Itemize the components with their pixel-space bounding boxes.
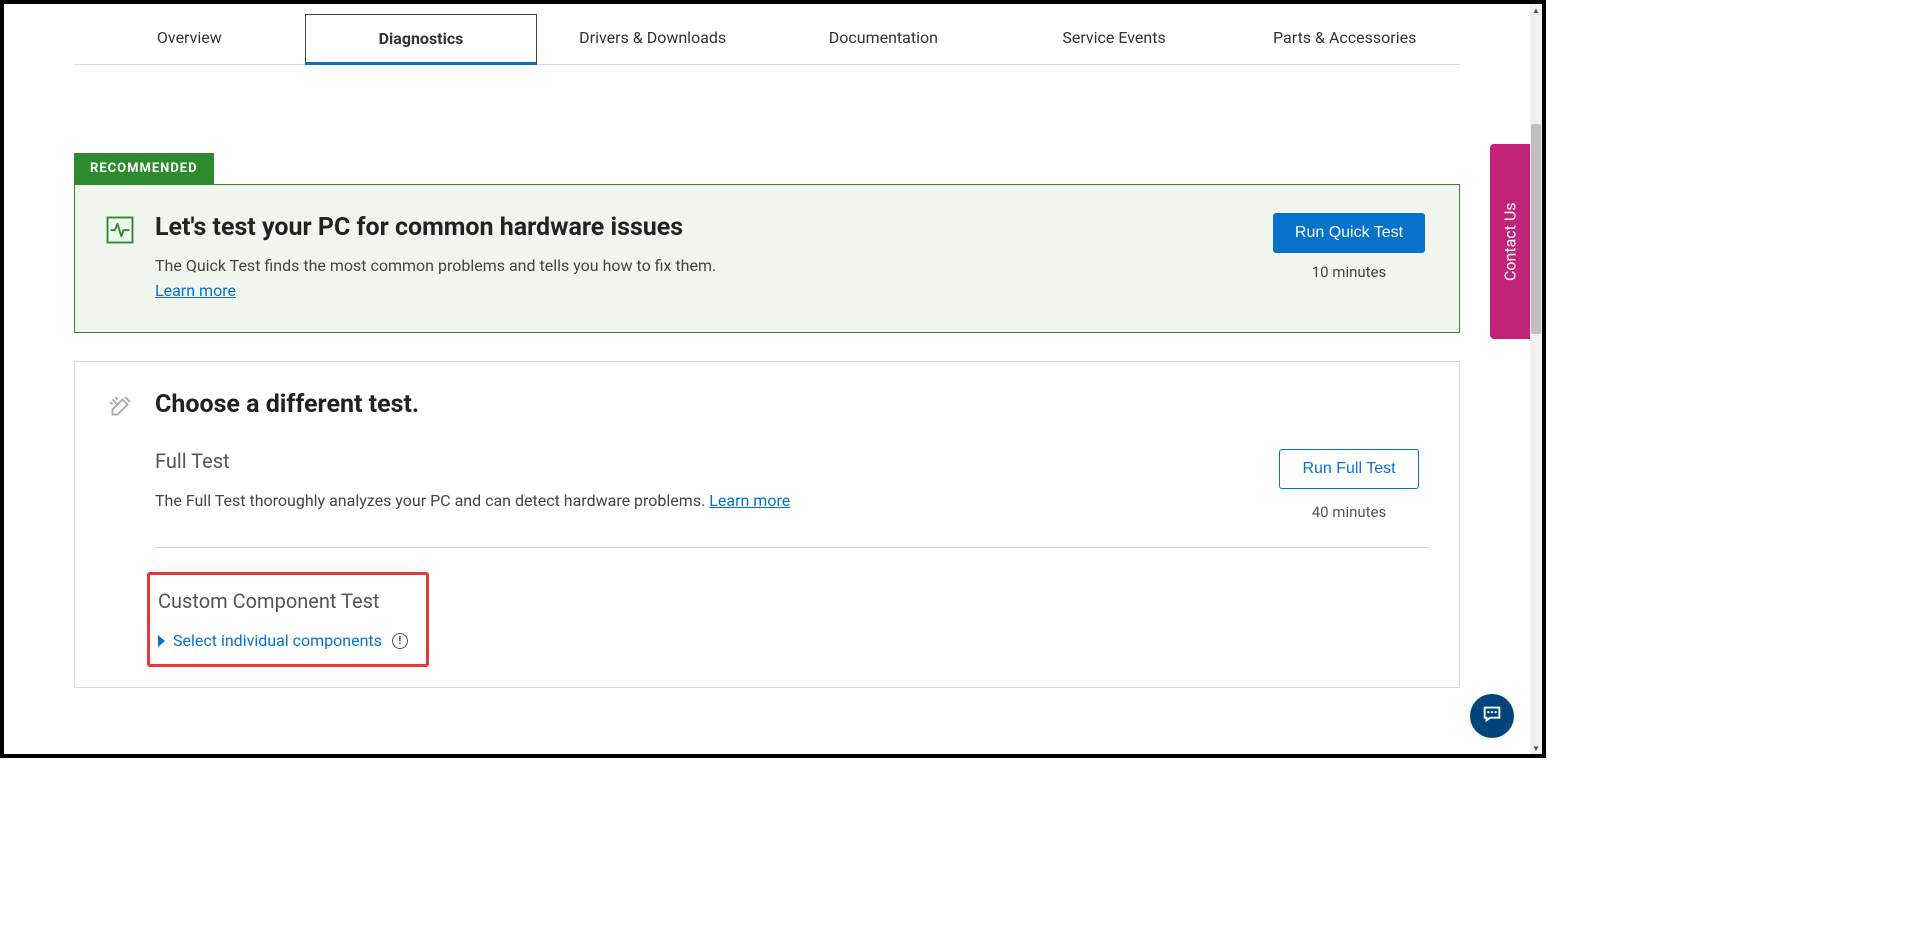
tools-icon (105, 407, 135, 426)
quick-test-card: Let's test your PC for common hardware i… (74, 184, 1460, 333)
nav-tabs: Overview Diagnostics Drivers & Downloads… (74, 14, 1460, 65)
full-test-title: Full Test (155, 449, 1249, 473)
choose-different-title: Choose a different test. (155, 390, 1429, 419)
contact-us-tab[interactable]: Contact Us (1490, 144, 1530, 339)
highlight-annotation: Custom Component Test Select individual … (147, 572, 429, 667)
scroll-up-icon[interactable]: ▲ (1530, 4, 1542, 16)
tab-drivers-downloads[interactable]: Drivers & Downloads (537, 14, 768, 64)
run-quick-test-button[interactable]: Run Quick Test (1273, 213, 1425, 253)
quick-test-time: 10 minutes (1269, 263, 1429, 281)
heartbeat-icon (105, 230, 135, 249)
custom-test-title: Custom Component Test (158, 589, 408, 613)
tab-diagnostics[interactable]: Diagnostics (305, 14, 538, 65)
scroll-down-icon[interactable]: ▼ (1530, 742, 1542, 754)
tab-parts-accessories[interactable]: Parts & Accessories (1229, 14, 1460, 64)
tab-documentation[interactable]: Documentation (768, 14, 999, 64)
tab-service-events[interactable]: Service Events (999, 14, 1230, 64)
custom-component-block: Custom Component Test Select individual … (155, 548, 1429, 687)
caret-right-icon (158, 635, 165, 647)
recommended-badge: RECOMMENDED (74, 153, 214, 184)
chat-fab-button[interactable] (1470, 694, 1514, 738)
full-test-desc-line: The Full Test thoroughly analyzes your P… (155, 491, 1249, 510)
full-test-learn-more-link[interactable]: Learn more (709, 491, 790, 510)
quick-test-desc: The Quick Test finds the most common pro… (155, 256, 1249, 275)
chat-icon (1481, 703, 1503, 729)
quick-test-learn-more-link[interactable]: Learn more (155, 281, 236, 300)
full-test-time: 40 minutes (1269, 503, 1429, 521)
choose-different-test-card: Choose a different test. Full Test The F… (74, 361, 1460, 688)
quick-test-title: Let's test your PC for common hardware i… (155, 213, 1249, 242)
scrollbar-thumb[interactable] (1531, 124, 1541, 334)
run-full-test-button[interactable]: Run Full Test (1279, 449, 1418, 489)
full-test-block: Full Test The Full Test thoroughly analy… (155, 449, 1429, 548)
tab-overview[interactable]: Overview (74, 14, 305, 64)
info-icon[interactable]: ! (392, 633, 408, 649)
full-test-desc: The Full Test thoroughly analyzes your P… (155, 491, 709, 510)
vertical-scrollbar[interactable]: ▲ ▼ (1530, 4, 1542, 754)
select-components-label: Select individual components (173, 631, 382, 650)
select-individual-components-link[interactable]: Select individual components ! (158, 631, 408, 650)
